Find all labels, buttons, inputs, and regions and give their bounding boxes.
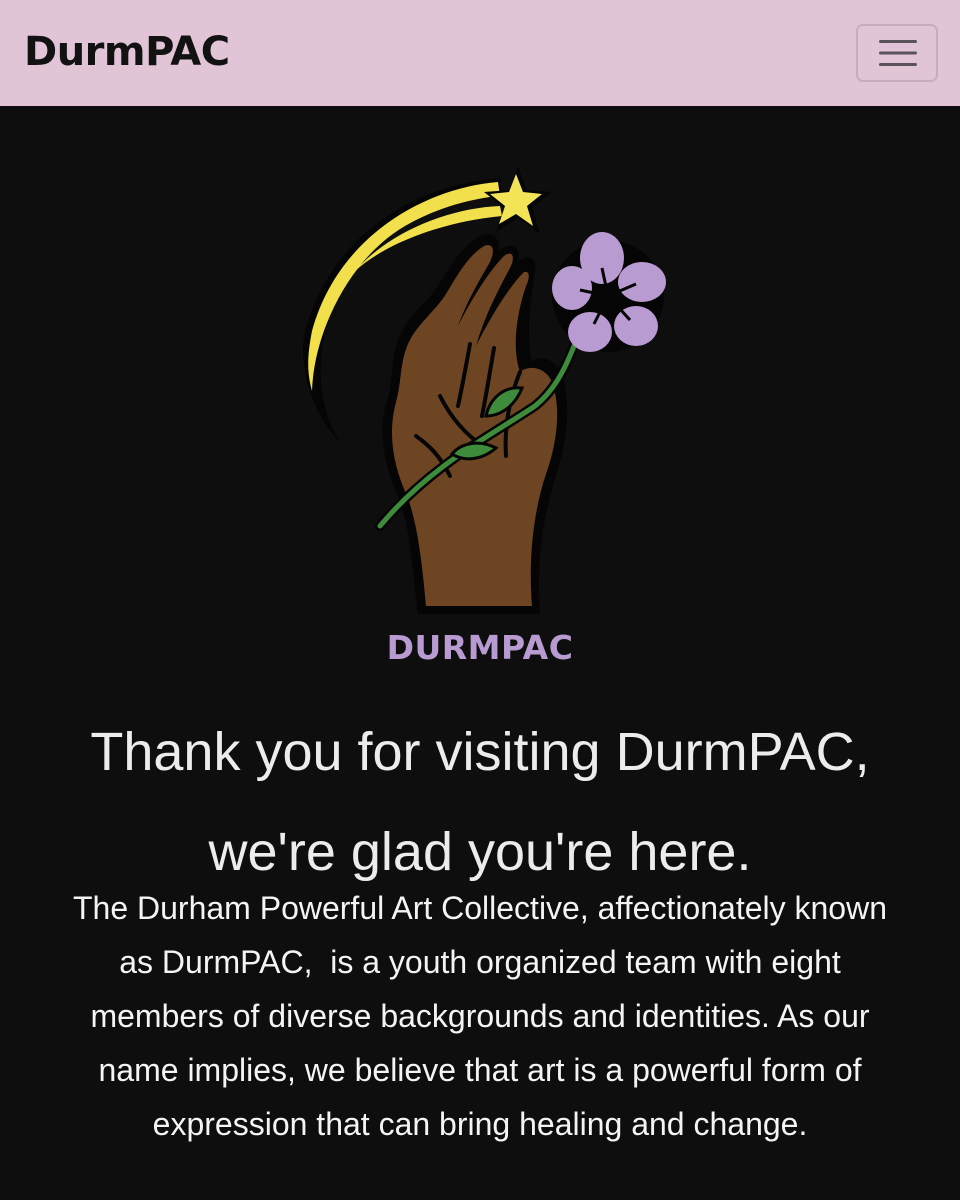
about-line: name implies, we believe that art is a p…: [98, 1052, 862, 1088]
about-paragraph: The Durham Powerful Art Collective, affe…: [20, 881, 940, 1151]
about-line: expression that can bring healing and ch…: [152, 1106, 808, 1142]
hand-flower-logo: [302, 166, 666, 614]
brand-link[interactable]: DurmPAC: [24, 28, 230, 76]
hand-icon: [382, 234, 568, 614]
logo-wordmark: DURMPAC: [386, 628, 574, 667]
welcome-heading-line: Thank you for visiting DurmPAC,: [90, 722, 870, 782]
hamburger-menu-icon: [879, 40, 917, 66]
welcome-heading: Thank you for visiting DurmPAC, we're gl…: [20, 702, 940, 902]
hero-section: DURMPAC Thank you for visiting DurmPAC, …: [0, 106, 960, 1200]
about-line: members of diverse backgrounds and ident…: [90, 998, 870, 1034]
about-line: The Durham Powerful Art Collective, affe…: [72, 890, 887, 926]
navbar: DurmPAC: [0, 0, 960, 106]
flower-icon: [552, 232, 666, 352]
about-line: as DurmPAC, is a youth organized team wi…: [119, 944, 841, 980]
menu-toggle-button[interactable]: [856, 24, 938, 82]
